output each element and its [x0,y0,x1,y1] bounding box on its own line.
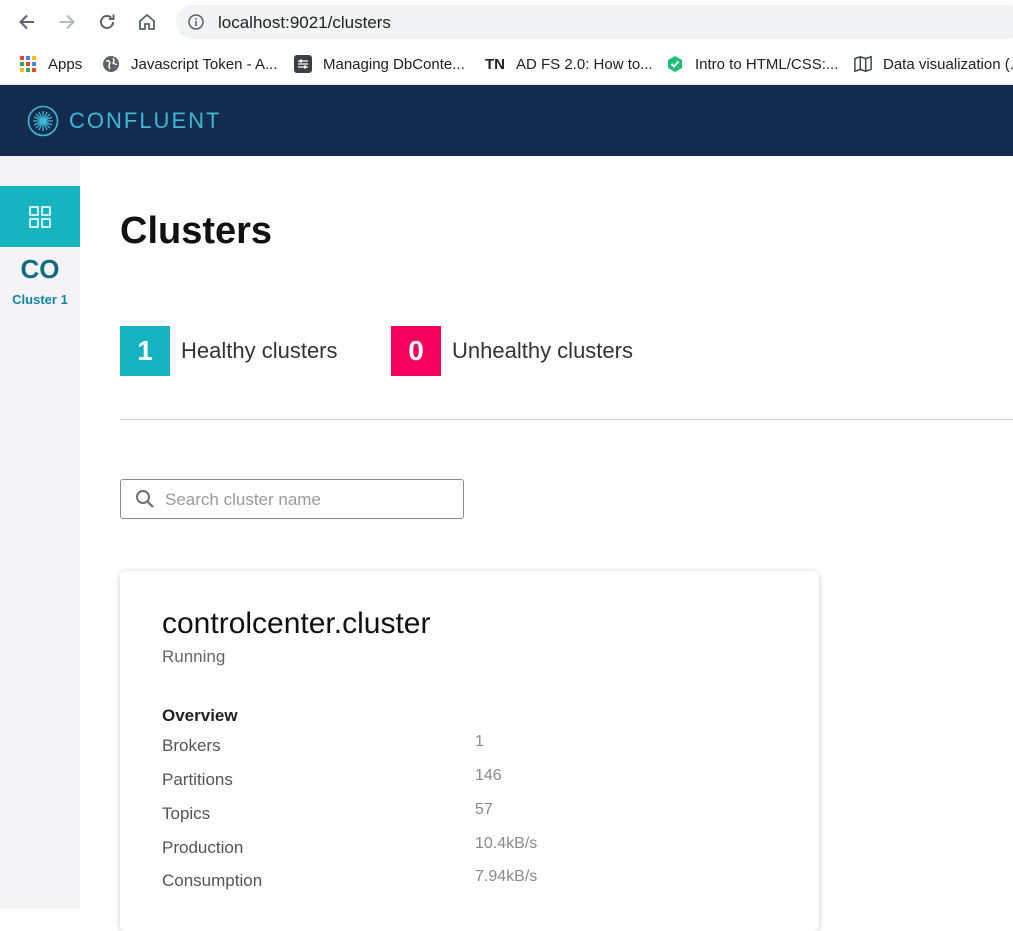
unhealthy-clusters-stat: 0 Unhealthy clusters [391,326,633,376]
section-divider [120,419,1013,420]
bookmark-label: Data visualization (... [883,55,1013,73]
bookmark-managing-dbcontext[interactable]: Managing DbConte... [294,54,465,74]
cluster-search[interactable] [120,479,464,519]
search-input[interactable] [163,487,457,513]
settings-doc-icon [294,55,312,73]
healthy-clusters-stat: 1 Healthy clusters [120,326,338,376]
healthy-label: Healthy clusters [181,338,338,363]
metric-label: Brokers [162,736,221,755]
metric-row-partitions: Partitions 146 [162,767,762,794]
page-title: Clusters [120,210,273,252]
book-icon [854,55,872,73]
grid-icon [29,205,51,228]
clusters-nav-button[interactable] [0,186,80,247]
metric-label: Topics [162,804,211,823]
cluster-nav-label[interactable]: Cluster 1 [0,292,80,307]
forward-button[interactable] [51,6,83,38]
url-text: localhost:9021/clusters [218,13,391,32]
unhealthy-count-badge: 0 [391,326,441,376]
metric-value: 10.4kB/s [475,835,538,852]
metric-row-topics: Topics 57 [162,801,762,828]
tn-icon: TN [485,55,505,73]
browser-toolbar: localhost:9021/clusters [0,0,1013,44]
home-icon [139,13,155,30]
healthy-count-badge: 1 [120,326,170,376]
info-icon[interactable] [188,14,204,30]
arrow-left-icon [19,14,34,30]
apps-grid-icon [19,55,37,73]
metric-value: 146 [475,767,502,784]
metric-label: Production [162,838,244,857]
reload-icon [100,14,115,29]
back-button[interactable] [11,6,43,38]
cluster-card[interactable]: controlcenter.cluster Running Overview B… [120,571,819,931]
bookmark-javascript-token[interactable]: Javascript Token - A... [102,54,277,74]
metric-value: 1 [475,733,484,750]
search-icon [136,490,154,508]
cluster-name[interactable]: controlcenter.cluster [162,607,430,641]
metric-label: Partitions [162,770,233,789]
metric-row-consumption: Consumption 7.94kB/s [162,868,762,895]
globe-icon [102,55,120,73]
overview-heading: Overview [162,706,238,725]
metric-value: 7.94kB/s [475,868,538,885]
bookmark-label: Intro to HTML/CSS:... [695,55,839,73]
address-bar[interactable]: localhost:9021/clusters [176,5,1013,39]
metric-label: Consumption [162,871,263,890]
metric-value: 57 [475,801,493,818]
bookmarks-bar: Apps Javascript Token - A... Managing Db… [0,44,1013,85]
brand-wordmark: CONFLUENT [69,108,222,133]
hex-logo-icon [666,55,684,73]
bookmark-adfs[interactable]: TN AD FS 2.0: How to... [485,54,653,74]
confluent-logo[interactable]: CONFLUENT [27,105,221,137]
bookmark-label: Javascript Token - A... [131,55,278,73]
unhealthy-label: Unhealthy clusters [452,338,633,363]
metric-row-brokers: Brokers 1 [162,733,762,760]
reload-button[interactable] [91,6,123,38]
cluster-status: Running [162,647,226,666]
bookmark-label: Apps [48,55,83,73]
app-header: CONFLUENT [0,85,1013,156]
confluent-logo-icon [27,105,59,137]
bookmark-label: Managing DbConte... [323,55,465,73]
bookmark-data-visualization[interactable]: Data visualization (... [854,54,1013,74]
bookmark-label: AD FS 2.0: How to... [516,55,653,73]
metric-row-production: Production 10.4kB/s [162,835,762,862]
arrow-right-icon [60,14,75,30]
bookmark-apps[interactable]: Apps [19,54,82,74]
sidebar: CO Cluster 1 [0,156,80,909]
home-button[interactable] [131,6,163,38]
cluster-abbreviation[interactable]: CO [0,254,80,285]
bookmark-intro-html-css[interactable]: Intro to HTML/CSS:... [666,54,838,74]
